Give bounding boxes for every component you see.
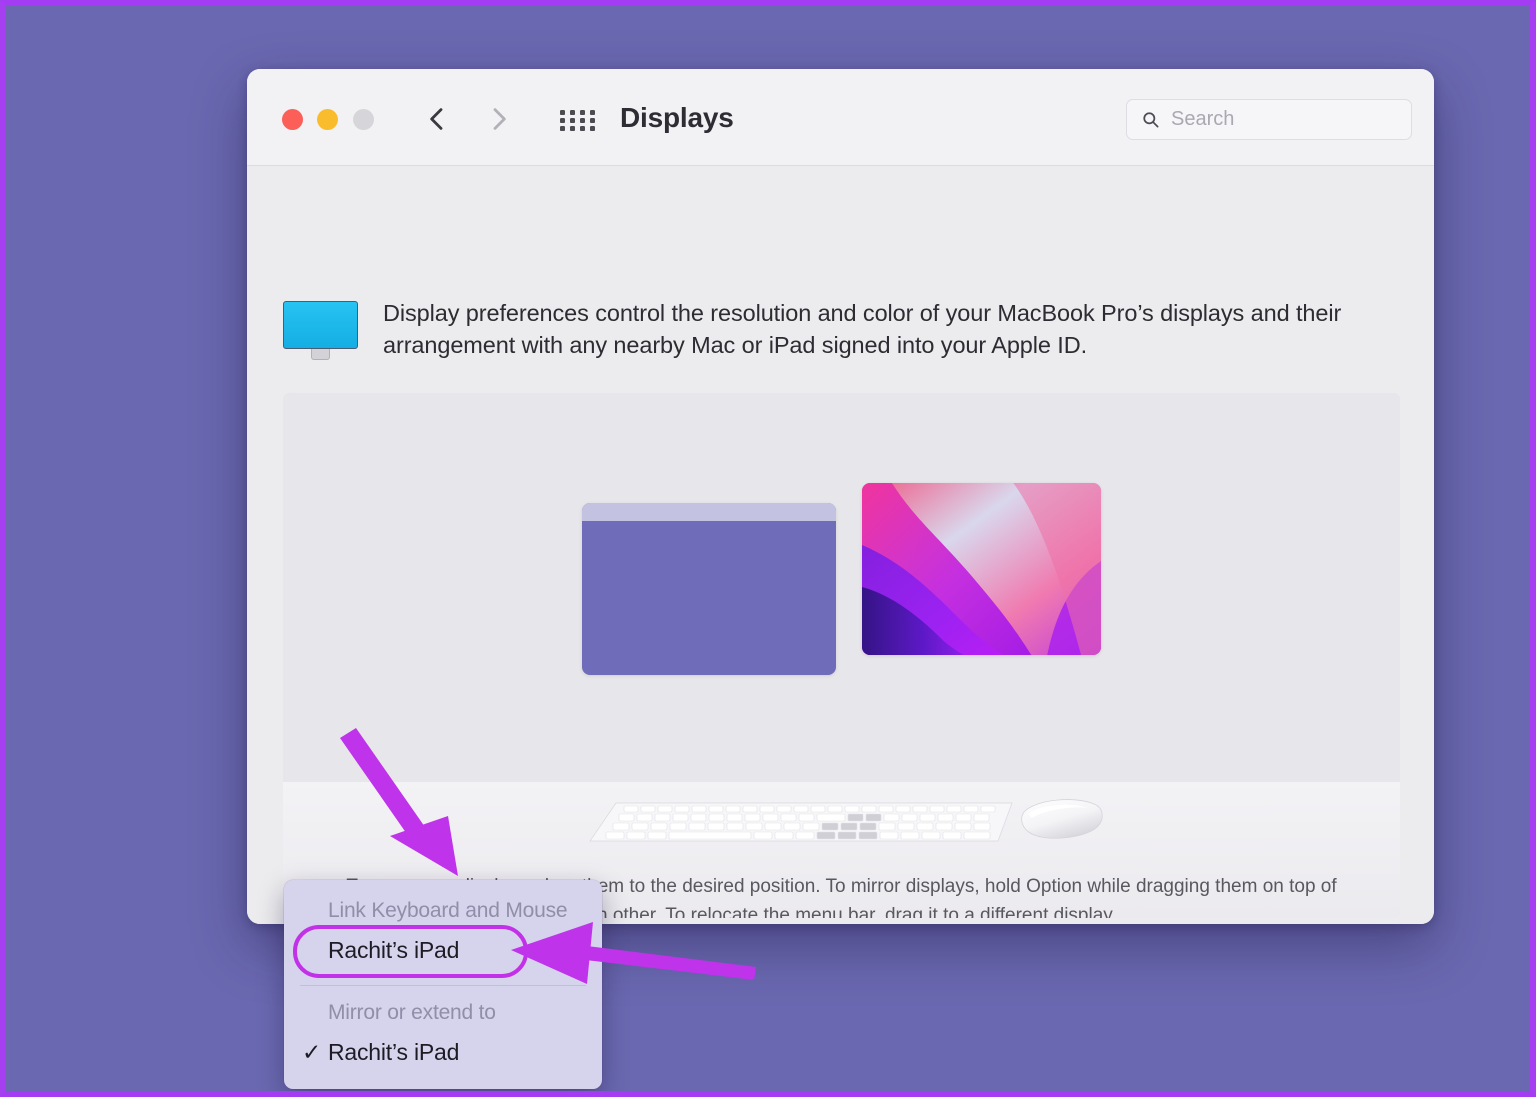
system-preferences-window: Displays Display preferences control t [247,69,1434,924]
preferences-body: Display preferences control the resoluti… [247,166,1434,924]
search-box[interactable] [1126,99,1412,140]
display-arrangement-panel[interactable]: To rearrange displays, drag them to the … [283,393,1400,918]
magic-keyboard-icon [588,801,1013,843]
display-menu-bar[interactable] [582,503,836,521]
menu-section-header-link-keyboard: Link Keyboard and Mouse [328,899,568,922]
forward-chevron-icon[interactable] [483,103,515,135]
back-chevron-icon[interactable] [421,103,453,135]
search-icon [1141,110,1160,129]
display-tile-macbook-pro[interactable] [582,503,836,675]
zoom-button[interactable] [353,109,374,130]
intro-description: Display preferences control the resoluti… [383,300,1342,359]
menu-separator [300,985,586,986]
window-titlebar: Displays [247,69,1434,166]
menu-item-mirror-extend-ipad[interactable]: ✓ Rachit’s iPad [284,1031,602,1075]
desktop-background: Displays Display preferences control t [0,0,1536,1097]
checkmark-icon: ✓ [302,1039,322,1065]
intro-block: Display preferences control the resoluti… [283,297,1393,365]
search-input[interactable] [1171,108,1381,131]
monterey-wallpaper [862,483,1101,655]
page-title: Displays [620,102,734,133]
display-monitor-icon [283,301,358,365]
arrangement-stage[interactable] [283,393,1400,782]
menu-item-link-keyboard-ipad[interactable]: Rachit’s iPad [284,929,602,973]
close-button[interactable] [282,109,303,130]
display-tile-ipad[interactable] [862,483,1101,655]
menu-section-header-mirror-or-extend: Mirror or extend to [328,1001,496,1024]
magic-mouse-icon [1018,796,1106,844]
menu-item-label: Rachit’s iPad [328,1039,460,1065]
add-display-dropdown-menu[interactable]: Link Keyboard and Mouse Rachit’s iPad Mi… [284,880,602,1089]
minimize-button[interactable] [317,109,338,130]
show-all-grid-icon[interactable] [560,110,597,131]
